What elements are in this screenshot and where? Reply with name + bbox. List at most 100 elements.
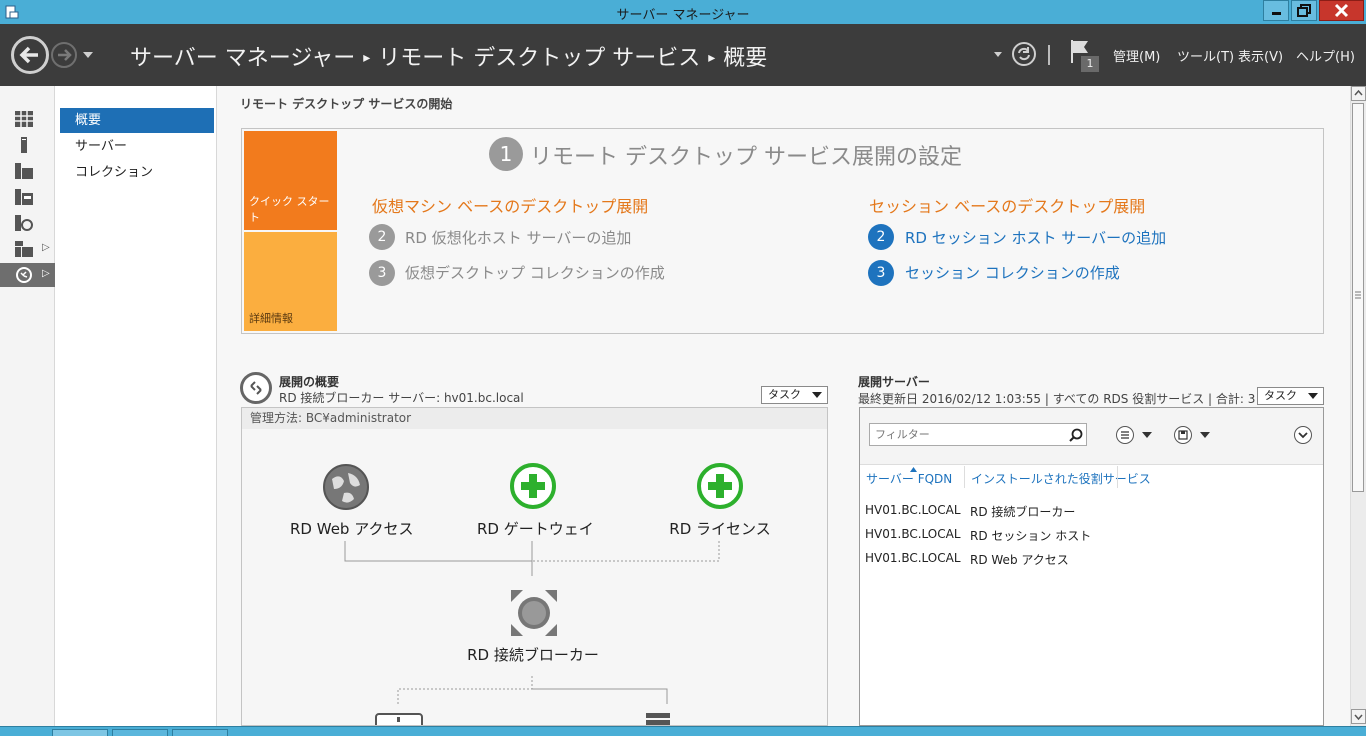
- create-session-collection-link[interactable]: セッション コレクションの作成: [905, 262, 1120, 283]
- taskbar-server-manager[interactable]: [52, 729, 108, 736]
- quick-start-panel: クイック スタート 詳細情報 1 リモート デスクトップ サービス展開の設定 仮…: [241, 128, 1324, 334]
- strip-local-server[interactable]: [0, 133, 55, 157]
- nav-servers[interactable]: サーバー: [60, 134, 214, 159]
- nav-collections[interactable]: コレクション: [60, 160, 214, 185]
- create-virtual-desktop-collection-link[interactable]: 仮想デスクトップ コレクションの作成: [405, 262, 665, 283]
- table-row[interactable]: HV01.BC.LOCAL RD セッション ホスト: [865, 527, 1091, 543]
- add-gateway-icon[interactable]: [510, 463, 556, 509]
- rd-web-access-label: RD Web アクセス: [290, 520, 414, 538]
- chevron-down-icon[interactable]: [1142, 432, 1152, 438]
- back-button[interactable]: [11, 36, 49, 74]
- table-row[interactable]: HV01.BC.LOCAL RD 接続ブローカー: [865, 503, 1075, 519]
- scroll-down-button[interactable]: [1351, 709, 1366, 724]
- overview-tasks-dropdown[interactable]: タスク: [761, 386, 828, 404]
- servers-tasks-dropdown[interactable]: タスク: [1257, 387, 1324, 405]
- add-licensing-icon[interactable]: [697, 463, 743, 509]
- taskbar-item[interactable]: [172, 729, 228, 736]
- table-row[interactable]: HV01.BC.LOCAL RD Web アクセス: [865, 551, 1069, 567]
- section-title: リモート デスクトップ サービスの開始: [240, 97, 453, 111]
- breadcrumb-rds[interactable]: リモート デスクトップ サービス: [378, 46, 700, 71]
- column-divider: [1117, 466, 1118, 488]
- restore-button[interactable]: [1291, 0, 1317, 21]
- vm-deployment-title: 仮想マシン ベースのデスクトップ展開: [372, 197, 649, 216]
- scroll-up-button[interactable]: [1351, 86, 1366, 101]
- column-header-roles[interactable]: インストールされた役割サービス: [971, 470, 1151, 487]
- strip-iis[interactable]: [0, 211, 55, 235]
- scroll-thumb[interactable]: [1352, 103, 1364, 492]
- expand-arrow-icon[interactable]: ▷: [42, 268, 50, 279]
- breadcrumb-dropdown-icon[interactable]: [993, 51, 1003, 58]
- connection-broker-icon[interactable]: [509, 588, 559, 638]
- step-number-badge: 2: [369, 224, 395, 250]
- refresh-icon: [1018, 47, 1030, 61]
- taskbar-item[interactable]: [112, 729, 168, 736]
- add-rd-session-host-link[interactable]: RD セッション ホスト サーバーの追加: [905, 227, 1166, 248]
- menu-view[interactable]: 表示(V): [1238, 46, 1283, 65]
- session-host-icon[interactable]: [646, 713, 670, 725]
- strip-all-servers[interactable]: [0, 159, 55, 183]
- forward-button[interactable]: [51, 42, 77, 68]
- server-role: RD 接続ブローカー: [970, 505, 1076, 519]
- globe-icon[interactable]: [322, 463, 370, 511]
- step-number-badge: 1: [489, 137, 523, 171]
- minimize-button[interactable]: [1263, 0, 1289, 21]
- deployment-servers-title: 展開サーバー: [858, 375, 930, 389]
- strip-remote-desktop[interactable]: ▷: [0, 263, 55, 287]
- refresh-button[interactable]: [1012, 42, 1036, 66]
- strip-server-group[interactable]: ▷: [0, 237, 55, 261]
- save-query-button[interactable]: [1174, 426, 1192, 444]
- quick-start-tab[interactable]: クイック スタート: [244, 131, 337, 230]
- history-dropdown-icon[interactable]: [82, 51, 94, 59]
- column-divider: [964, 466, 965, 488]
- menu-tools[interactable]: ツール(T): [1177, 46, 1234, 65]
- list-icon: [1121, 431, 1129, 439]
- expand-button[interactable]: [1294, 426, 1312, 444]
- close-button[interactable]: [1319, 0, 1364, 21]
- chevron-down-icon: [1308, 393, 1318, 399]
- quick-start-heading: リモート デスクトップ サービス展開の設定: [530, 145, 962, 170]
- tasks-label: タスク: [768, 388, 801, 401]
- deployment-overview-subtitle: RD 接続ブローカー サーバー: hv01.bc.local: [279, 391, 524, 405]
- menu-manage[interactable]: 管理(M): [1113, 46, 1160, 65]
- vertical-scrollbar[interactable]: [1350, 86, 1366, 726]
- virtualization-host-icon[interactable]: [375, 713, 423, 725]
- remote-desktop-icon: [240, 372, 272, 404]
- breadcrumb-root[interactable]: サーバー マネージャー: [130, 46, 355, 71]
- all-servers-icon: [15, 163, 33, 179]
- learn-more-tab-label: 詳細情報: [249, 312, 293, 325]
- breadcrumb-current: 概要: [723, 46, 768, 71]
- servers-toolbar: [860, 408, 1323, 465]
- strip-dashboard[interactable]: [0, 107, 55, 131]
- nav-overview[interactable]: 概要: [60, 108, 214, 133]
- taskbar: [0, 726, 1366, 736]
- learn-more-tab[interactable]: 詳細情報: [244, 232, 337, 331]
- left-icon-strip: ▷ ▷: [0, 86, 55, 726]
- column-header-fqdn[interactable]: サーバー FQDN: [866, 470, 952, 487]
- expand-arrow-icon[interactable]: ▷: [42, 242, 50, 253]
- rd-gateway-label: RD ゲートウェイ: [477, 520, 594, 538]
- strip-file-storage[interactable]: [0, 185, 55, 209]
- add-rd-virtualization-host-link[interactable]: RD 仮想化ホスト サーバーの追加: [405, 227, 631, 248]
- rds-navigation: 概要 サーバー コレクション: [56, 86, 217, 726]
- rd-licensing-label: RD ライセンス: [669, 520, 771, 538]
- chevron-down-icon: [1354, 714, 1363, 721]
- chevron-up-icon: [1354, 89, 1363, 96]
- save-icon: [1178, 430, 1188, 440]
- chevron-down-icon[interactable]: [1200, 432, 1210, 438]
- remote-desktop-icon: [16, 267, 32, 283]
- deployment-servers-panel: サーバー FQDN インストールされた役割サービス HV01.BC.LOCAL R…: [859, 407, 1324, 726]
- list-options-button[interactable]: [1116, 426, 1134, 444]
- title-bar: サーバー マネージャー: [0, 0, 1366, 24]
- arrow-right-icon: [58, 49, 72, 61]
- step-number-badge: 3: [868, 260, 894, 286]
- breadcrumb: サーバー マネージャー ▸ リモート デスクトップ サービス ▸ 概要: [130, 40, 767, 72]
- menu-help[interactable]: ヘルプ(H): [1296, 46, 1355, 65]
- step-number-badge: 2: [868, 224, 894, 250]
- iis-icon: [15, 215, 33, 231]
- tasks-label: タスク: [1264, 389, 1297, 402]
- main-content: リモート デスクトップ サービスの開始 クイック スタート 詳細情報 1 リモー…: [217, 86, 1350, 726]
- search-icon[interactable]: [1069, 428, 1083, 442]
- server-role: RD セッション ホスト: [970, 529, 1092, 543]
- rd-connection-broker-label: RD 接続ブローカー: [467, 646, 599, 664]
- filter-input[interactable]: [869, 423, 1087, 446]
